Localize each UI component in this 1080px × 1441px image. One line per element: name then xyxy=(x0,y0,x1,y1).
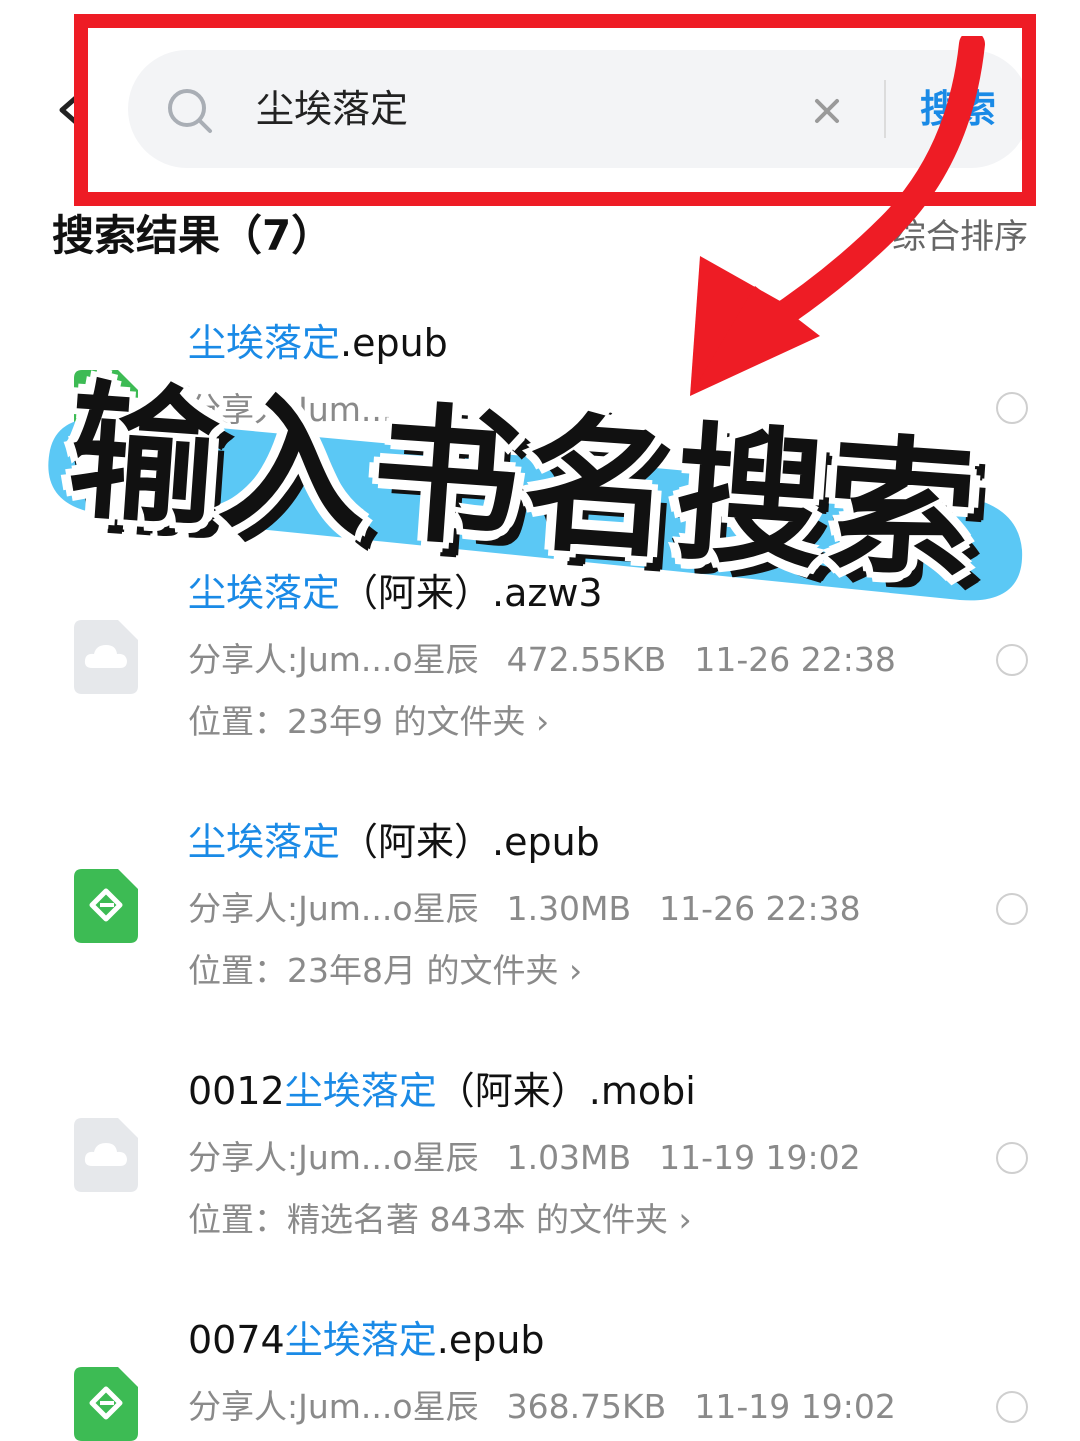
file-time: 11-19 19:02 xyxy=(694,1387,896,1426)
file-meta: 分享人:Jum...o星辰 1.03MB 11-19 19:02 xyxy=(188,1136,889,1180)
file-time: 11-26 22:38 xyxy=(659,889,861,928)
epub-file-icon xyxy=(74,869,138,943)
file-meta: 分享人:Jum...o星辰 472.55KB 11-26 22:38 xyxy=(188,638,924,682)
file-size: 472.55KB xyxy=(506,640,667,679)
file-meta: 分享人:Jum...o星辰 368.75KB 11-19 19:02 xyxy=(188,1385,924,1429)
file-time: 11-19 19:02 xyxy=(659,1138,861,1177)
chevron-right-icon: › xyxy=(568,951,583,990)
cloud-file-icon xyxy=(74,1118,138,1192)
select-radio[interactable] xyxy=(996,1391,1028,1423)
epub-file-icon xyxy=(74,1367,138,1441)
sharer: 分享人:Jum...o星辰 xyxy=(188,1138,479,1177)
location-link[interactable]: 位置：精选名著 843本 的文件夹 › xyxy=(188,1198,692,1242)
sharer: 分享人:Jum...o星辰 xyxy=(188,640,479,679)
file-name: 0012尘埃落定（阿来）.mobi xyxy=(188,1069,696,1113)
sharer: 分享人:Jum...o星辰 xyxy=(188,1387,479,1426)
file-size: 1.03MB xyxy=(506,1138,632,1177)
file-size: 368.75KB xyxy=(506,1387,667,1426)
location-link[interactable]: 位置：23年8月 的文件夹 › xyxy=(188,949,582,993)
results-title: 搜索结果（7） xyxy=(52,211,334,260)
select-radio[interactable] xyxy=(996,644,1028,676)
location-link[interactable]: 位置：23年9 的文件夹 › xyxy=(188,700,549,744)
chevron-right-icon: › xyxy=(535,702,550,741)
file-size: 1.30MB xyxy=(506,889,632,928)
select-radio[interactable] xyxy=(996,1142,1028,1174)
chevron-right-icon: › xyxy=(678,1200,692,1239)
select-radio[interactable] xyxy=(996,893,1028,925)
file-name: 尘埃落定（阿来）.epub xyxy=(188,820,600,864)
red-arrow-icon xyxy=(690,36,985,396)
file-time: 11-26 22:38 xyxy=(694,640,896,679)
sharer: 分享人:Jum...o星辰 xyxy=(188,889,479,928)
cloud-file-icon xyxy=(74,620,138,694)
file-meta: 分享人:Jum...o星辰 1.30MB 11-26 22:38 xyxy=(188,887,889,931)
file-name: 0074尘埃落定.epub xyxy=(188,1318,545,1362)
